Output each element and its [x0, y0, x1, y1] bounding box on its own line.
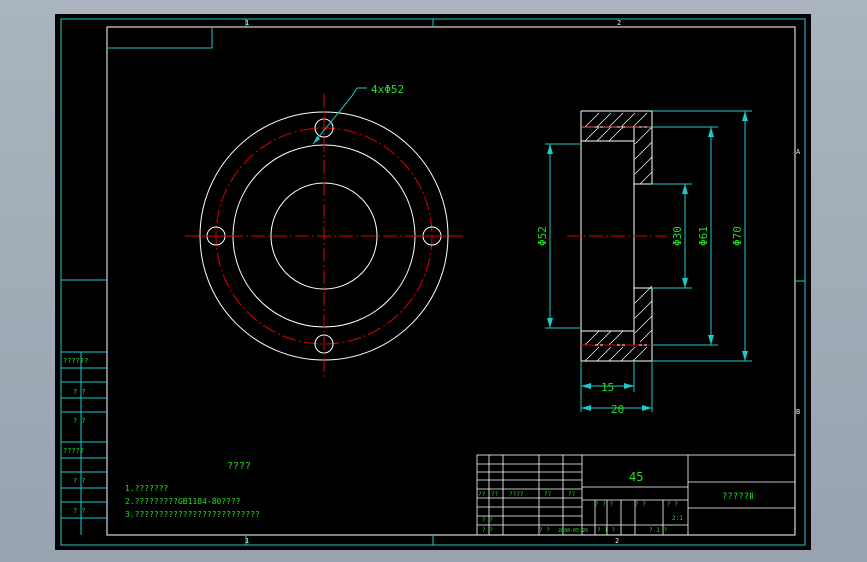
- tb-row1-cell: ??: [478, 491, 486, 498]
- hole-callout-label: 4xΦ52: [371, 83, 404, 96]
- tb-sheet: ? 1 ?: [597, 527, 615, 534]
- zone-mark-bottom-left: 1: [245, 537, 249, 545]
- dim-d61-label: Φ61: [697, 226, 710, 246]
- tb-row2-cell: ? ? ?: [595, 501, 613, 508]
- zone-mark-top-left: 1: [245, 19, 249, 27]
- tb-row4-cell: ? ?: [539, 527, 550, 534]
- tb-row1-cell: ????: [509, 491, 524, 498]
- hole-leader-line: [312, 87, 367, 145]
- front-view: 4xΦ52: [185, 83, 465, 379]
- zone-mark-right-b: B: [796, 408, 800, 416]
- tb-row1-cell: ??: [568, 491, 576, 498]
- tb-row2-cell: ? ?: [667, 501, 678, 508]
- title-block: 45 ?????Ⅱ ?? ?? ???? ?? ?? ? ? ? ? ? ? ?…: [476, 454, 796, 536]
- zone-mark-bottom: 2: [615, 537, 619, 545]
- note-line-2: 2.?????????GB1184-80????: [125, 497, 241, 506]
- note-line-3: 3.??????????????????????????: [125, 510, 260, 519]
- notes-title: ????: [227, 461, 251, 472]
- tb-row1-cell: ??: [544, 491, 552, 498]
- strip-label: ? ?: [73, 417, 86, 425]
- dim-20-label: 20: [611, 403, 624, 416]
- tb-scale: 2:1: [672, 515, 683, 522]
- section-view: Φ52 Φ30 Φ61 Φ70 15 20: [536, 110, 752, 416]
- note-line-1: 1.???????: [125, 484, 169, 493]
- zone-mark-right-a: A: [796, 148, 801, 156]
- top-left-box: [107, 27, 213, 49]
- cad-drawing-sheet: 2 1 A B 1 2 ?????? ? ? ? ? ????? ? ? ? ?: [55, 14, 811, 550]
- strip-label: ? ?: [73, 388, 86, 396]
- dim-d52-label: Φ52: [536, 226, 549, 246]
- left-strip: [61, 279, 107, 535]
- tb-row3-cell: ? ?: [482, 517, 493, 524]
- part-name-label: ?????Ⅱ: [722, 492, 754, 502]
- strip-label: ??????: [63, 357, 88, 365]
- dim-15-label: 15: [601, 381, 614, 394]
- dim-d70-label: Φ70: [731, 226, 744, 246]
- dim-d30-label: Φ30: [671, 226, 684, 246]
- strip-label: ?????: [63, 447, 84, 455]
- inner-border: [106, 26, 796, 536]
- strip-label: ? ?: [73, 477, 86, 485]
- tb-row3-cell: ? ?: [482, 527, 493, 534]
- strip-label: ? ?: [73, 507, 86, 515]
- tb-row1-cell: ??: [491, 491, 499, 498]
- dimension-arrows: [547, 111, 748, 411]
- dimension-lines: [545, 110, 752, 412]
- outer-border: [60, 18, 806, 546]
- material-label: 45: [629, 470, 643, 484]
- tb-row2-cell: ? ?: [635, 501, 646, 508]
- tb-sheet: ? 1 ?: [649, 527, 667, 534]
- zone-mark-top: 2: [617, 19, 621, 27]
- drawing-svg: 2 1 A B 1 2 ?????? ? ? ? ? ????? ? ? ? ?: [60, 18, 806, 546]
- tb-date: 2008-05-26: [558, 528, 588, 534]
- section-hatching: [584, 112, 653, 362]
